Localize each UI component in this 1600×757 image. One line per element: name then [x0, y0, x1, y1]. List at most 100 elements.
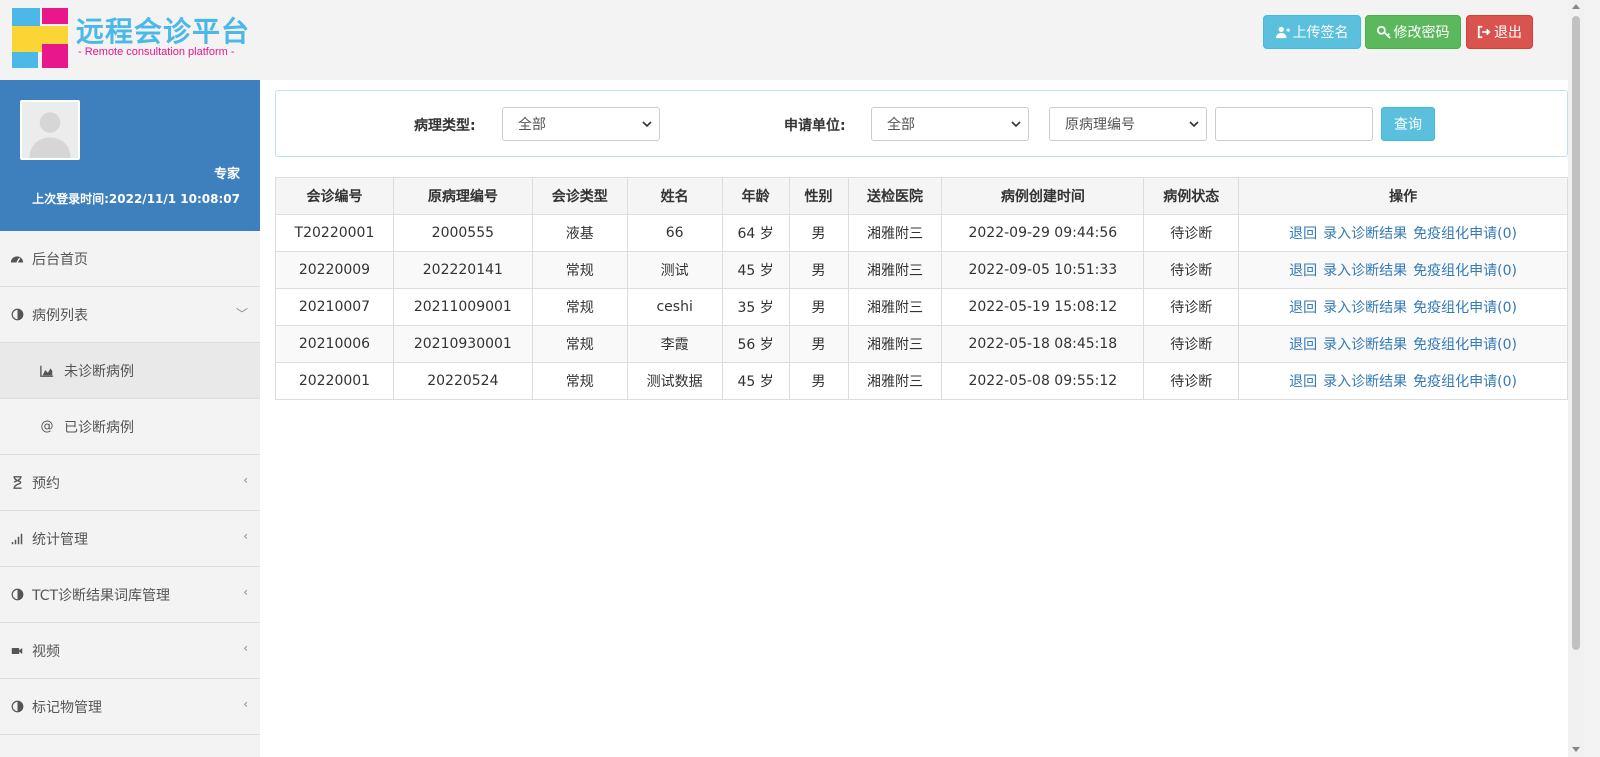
sidebar-item-label: 已诊断病例: [64, 419, 134, 436]
table-cell: 湘雅附三: [847, 362, 943, 400]
table-cell: 2022-05-18 08:45:18: [941, 325, 1145, 363]
table-cell: 2022-05-19 15:08:12: [941, 288, 1145, 326]
table-cell: 202220141: [392, 251, 533, 289]
sidebar-item-dashboard[interactable]: 后台首页: [0, 231, 260, 287]
sign-out-icon: [1477, 25, 1491, 39]
sidebar-item-case-list[interactable]: 病例列表 ﹀: [0, 287, 260, 343]
sidebar-item-appointment[interactable]: 预约 ‹: [0, 455, 260, 511]
table-cell: 常规: [531, 362, 628, 400]
table-cell: 64 岁: [721, 214, 790, 252]
pathology-type-label: 病理类型:: [414, 118, 476, 134]
user-plus-icon: [1275, 26, 1290, 39]
search-field-select[interactable]: 原病理编号: [1049, 107, 1207, 141]
applicant-select[interactable]: 全部: [871, 107, 1029, 141]
table-cell: 湘雅附三: [847, 288, 943, 326]
case-table: 会诊编号 原病理编号 会诊类型 姓名 年龄 性别 送检医院 病例创建时间 病例状态 操作 T202…: [275, 177, 1568, 400]
table-cell: 45 岁: [721, 251, 790, 289]
table-cell: 液基: [531, 214, 628, 252]
upload-signature-label: 上传签名: [1292, 25, 1349, 41]
chevron-left-icon: ‹: [243, 473, 248, 487]
enter-diagnosis-link[interactable]: 录入诊断结果: [1323, 263, 1407, 279]
chevron-left-icon: ‹: [243, 697, 248, 711]
sidebar-item-tct-dictionary[interactable]: TCT诊断结果词库管理 ‹: [0, 567, 260, 623]
table-cell: 56 岁: [721, 325, 790, 363]
search-input[interactable]: [1215, 107, 1373, 141]
upload-signature-button[interactable]: 上传签名: [1263, 15, 1361, 49]
at-icon: @: [40, 419, 54, 434]
table-cell: 2022-09-05 10:51:33: [941, 251, 1145, 289]
top-header: 远程会诊平台 - Remote consultation platform - …: [0, 0, 1568, 80]
column-header: 性别: [788, 177, 849, 215]
sidebar-item-label: TCT诊断结果词库管理: [32, 587, 171, 604]
return-link[interactable]: 退回: [1289, 300, 1317, 316]
hourglass-icon: [10, 476, 24, 490]
applicant-label: 申请单位:: [784, 118, 846, 134]
ihc-request-link[interactable]: 免疫组化申请(0): [1413, 337, 1517, 353]
sidebar-item-diagnosed-cases[interactable]: @ 已诊断病例: [0, 399, 260, 455]
ihc-request-link[interactable]: 免疫组化申请(0): [1413, 226, 1517, 242]
column-header: 操作: [1238, 177, 1568, 215]
actions-cell: 退回 录入诊断结果 免疫组化申请(0): [1238, 325, 1568, 363]
search-button[interactable]: 查询: [1381, 107, 1435, 141]
avatar[interactable]: [20, 100, 80, 160]
signal-icon: [10, 532, 24, 546]
table-cell: 20220001: [275, 362, 394, 400]
table-body: T20220001 2000555 液基 66 64 岁男湘雅附三 2022-09-29 …: [275, 214, 1568, 400]
table-row: 20220001 20220524 常规 测试数据 45 岁男湘雅附三 2022-05-0…: [275, 362, 1568, 400]
table-cell: 待诊断: [1143, 362, 1240, 400]
logo: [12, 8, 68, 68]
table-cell: 常规: [531, 251, 628, 289]
sidebar-item-label: 病例列表: [32, 307, 88, 324]
return-link[interactable]: 退回: [1289, 226, 1317, 242]
table-cell: 湘雅附三: [847, 325, 943, 363]
area-chart-icon: [40, 364, 54, 378]
enter-diagnosis-link[interactable]: 录入诊断结果: [1323, 337, 1407, 353]
sidebar-item-label: 标记物管理: [32, 699, 102, 716]
dashboard-icon: [10, 252, 24, 266]
table-cell: 男: [788, 325, 849, 363]
return-link[interactable]: 退回: [1289, 263, 1317, 279]
table-cell: 男: [788, 251, 849, 289]
actions-cell: 退回 录入诊断结果 免疫组化申请(0): [1238, 214, 1568, 252]
column-header: 送检医院: [847, 177, 943, 215]
table-cell: 待诊断: [1143, 288, 1240, 326]
ihc-request-link[interactable]: 免疫组化申请(0): [1413, 263, 1517, 279]
enter-diagnosis-link[interactable]: 录入诊断结果: [1323, 374, 1407, 390]
pathology-type-value: 全部: [518, 117, 546, 133]
scrollbar-thumb[interactable]: [1572, 16, 1580, 650]
ihc-request-link[interactable]: 免疫组化申请(0): [1413, 300, 1517, 316]
key-icon: [1376, 25, 1391, 39]
change-password-label: 修改密码: [1393, 25, 1450, 41]
table-cell: 45 岁: [721, 362, 790, 400]
table-cell: 男: [788, 362, 849, 400]
column-header: 病例创建时间: [941, 177, 1145, 215]
applicant-value: 全部: [887, 117, 915, 133]
sidebar-item-marker-management[interactable]: 标记物管理 ‹: [0, 679, 260, 735]
sidebar-item-video[interactable]: 视频 ‹: [0, 623, 260, 679]
return-link[interactable]: 退回: [1289, 337, 1317, 353]
change-password-button[interactable]: 修改密码: [1365, 15, 1461, 49]
enter-diagnosis-link[interactable]: 录入诊断结果: [1323, 300, 1407, 316]
table-cell: 20210007: [275, 288, 394, 326]
sidebar: 专家 上次登录时间:2022/11/1 10:08:07 后台首页 病例列表 ﹀…: [0, 80, 260, 757]
table-cell: 2022-05-08 09:55:12: [941, 362, 1145, 400]
ihc-request-link[interactable]: 免疫组化申请(0): [1413, 374, 1517, 390]
column-header: 姓名: [626, 177, 723, 215]
scroll-down-arrow-icon[interactable]: [1572, 747, 1580, 752]
sidebar-item-undiagnosed-cases[interactable]: 未诊断病例: [0, 343, 260, 399]
scroll-up-arrow-icon[interactable]: [1572, 4, 1580, 9]
actions-cell: 退回 录入诊断结果 免疫组化申请(0): [1238, 251, 1568, 289]
sidebar-item-label: 未诊断病例: [64, 363, 134, 380]
pathology-type-select[interactable]: 全部: [502, 107, 660, 141]
table-cell: 待诊断: [1143, 214, 1240, 252]
column-header: 会诊编号: [275, 177, 394, 215]
sidebar-item-label: 预约: [32, 475, 60, 492]
table-row: 20210006 20210930001 常规 李霞 56 岁男湘雅附三 2022-05-…: [275, 325, 1568, 363]
adjust-icon: [10, 308, 24, 322]
logout-button[interactable]: 退出: [1466, 15, 1533, 49]
vertical-scrollbar[interactable]: [1568, 0, 1584, 757]
sidebar-item-statistics[interactable]: 统计管理 ‹: [0, 511, 260, 567]
table-cell: 测试: [626, 251, 723, 289]
return-link[interactable]: 退回: [1289, 374, 1317, 390]
enter-diagnosis-link[interactable]: 录入诊断结果: [1323, 226, 1407, 242]
